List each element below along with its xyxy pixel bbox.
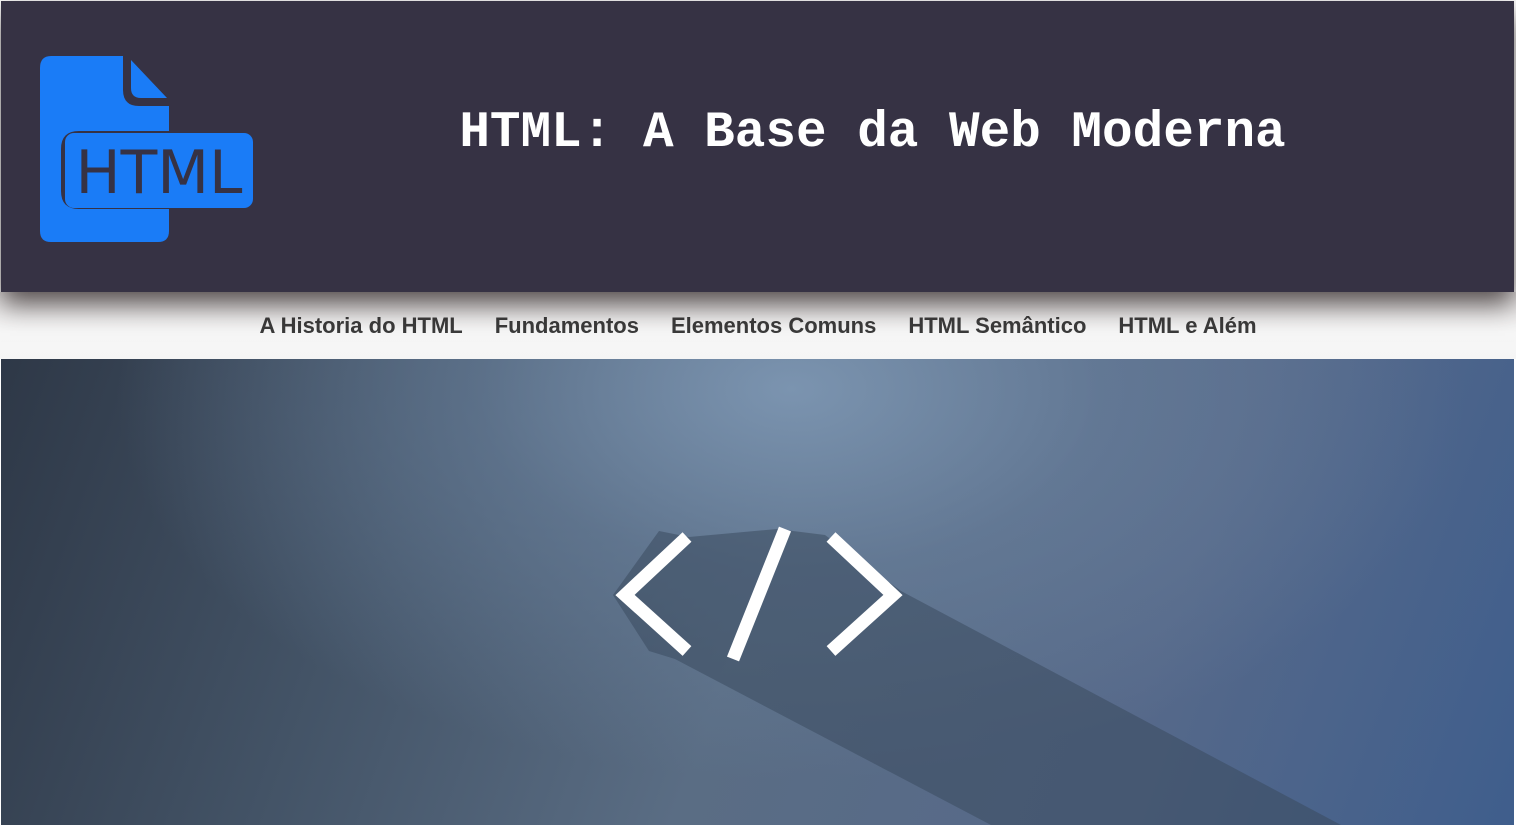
nav-link-html-semantico[interactable]: HTML Semântico — [908, 313, 1086, 338]
html-file-icon: HTML — [40, 56, 253, 242]
nav-list: A Historia do HTML Fundamentos Elementos… — [0, 292, 1516, 359]
nav-item: HTML Semântico — [908, 313, 1086, 339]
nav-link-elementos-comuns[interactable]: Elementos Comuns — [671, 313, 876, 338]
nav-link-fundamentos[interactable]: Fundamentos — [495, 313, 639, 338]
nav-item: HTML e Além — [1118, 313, 1256, 339]
nav-link-historia[interactable]: A Historia do HTML — [259, 313, 462, 338]
nav-item: A Historia do HTML — [259, 313, 462, 339]
page: HTML HTML: A Base da Web Moderna A Histo… — [0, 0, 1516, 825]
hero-banner — [1, 359, 1514, 825]
hero-illustration — [613, 526, 1341, 825]
main-nav: A Historia do HTML Fundamentos Elementos… — [0, 292, 1516, 359]
site-header: HTML HTML: A Base da Web Moderna — [1, 1, 1514, 292]
nav-link-html-e-alem[interactable]: HTML e Além — [1118, 313, 1256, 338]
logo-text: HTML — [76, 138, 244, 208]
nav-item: Fundamentos — [495, 313, 639, 339]
nav-item: Elementos Comuns — [671, 313, 876, 339]
long-shadow — [613, 529, 1341, 825]
page-title: HTML: A Base da Web Moderna — [459, 105, 1286, 162]
